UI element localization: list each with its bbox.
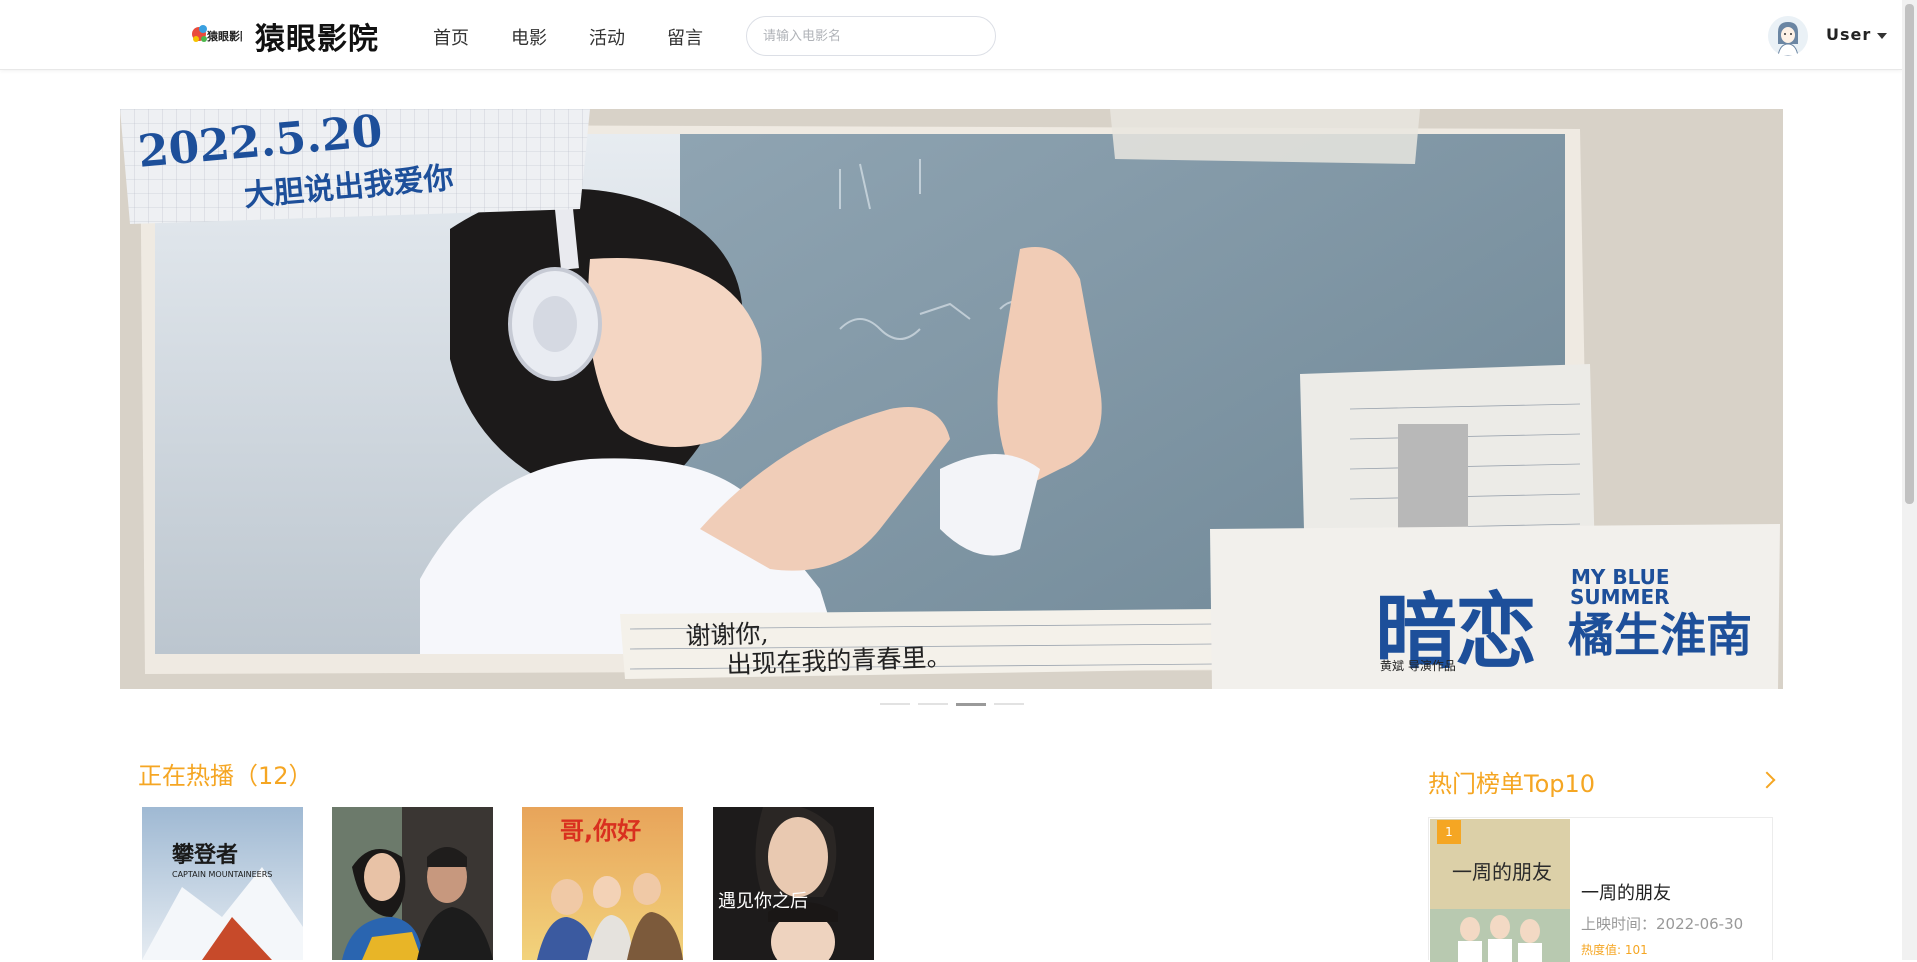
thumbnail-title: 一周的朋友 xyxy=(1452,860,1552,884)
chevron-right-icon[interactable] xyxy=(1758,771,1776,789)
poster-title: 攀登者 xyxy=(171,842,238,868)
user-avatar[interactable] xyxy=(1768,16,1808,56)
movie-poster[interactable]: 攀登者 CAPTAIN MOUNTAINEERS xyxy=(142,807,303,960)
banner-subtitle: 橘生淮南 xyxy=(1568,608,1752,662)
now-playing-title: 正在热播（12） xyxy=(138,762,313,790)
carousel-indicator[interactable] xyxy=(880,703,910,705)
rank-badge: 1 xyxy=(1437,820,1461,844)
banner-handwriting: 谢谢你, 出现在我的青春里。 xyxy=(685,612,952,681)
hero-carousel[interactable]: 2022.5.20 大胆说出我爱你 谢谢你, 出现在我的青春里。 暗恋 MY B… xyxy=(120,109,1783,689)
movie-poster[interactable] xyxy=(332,807,493,960)
carousel-indicator[interactable] xyxy=(994,703,1024,705)
top10-movie-name[interactable]: 一周的朋友 xyxy=(1581,879,1671,905)
logo-text: 猿眼影院 xyxy=(206,29,242,43)
nav-activities[interactable]: 活动 xyxy=(589,24,625,50)
top-navbar: 猿眼影院 猿眼影院 首页 电影 活动 留言 User xyxy=(0,0,1902,70)
banner-director: 黄斌 导演作品 xyxy=(1380,659,1456,673)
user-name[interactable]: User xyxy=(1826,25,1871,44)
carousel-indicator-active[interactable] xyxy=(956,703,986,706)
banner-english-title-line-1: MY BLUE xyxy=(1570,565,1670,589)
chevron-down-icon[interactable] xyxy=(1877,33,1887,39)
poster-english-title: CAPTAIN MOUNTAINEERS xyxy=(172,870,272,879)
top10-title: 热门榜单Top10 xyxy=(1428,770,1596,798)
site-logo-icon[interactable]: 猿眼影院 xyxy=(190,19,251,49)
page-scrollbar[interactable] xyxy=(1902,0,1917,960)
nav-messages[interactable]: 留言 xyxy=(667,24,703,50)
site-brand-name[interactable]: 猿眼影院 xyxy=(255,14,379,58)
poster-title: 遇见你之后 xyxy=(718,891,808,912)
scrollbar-thumb[interactable] xyxy=(1905,4,1914,504)
movie-poster[interactable]: 哥,你好 xyxy=(522,807,683,960)
top10-list-item[interactable]: 一周的朋友 1 一周的朋友 上映时间：2022-06-30 热度值: 101 xyxy=(1428,817,1773,962)
carousel-indicators xyxy=(880,703,1025,707)
movie-search-input[interactable] xyxy=(746,16,996,56)
top10-heat-value: 热度值: 101 xyxy=(1581,943,1648,957)
top10-release-date: 上映时间：2022-06-30 xyxy=(1581,915,1744,933)
nav-movies[interactable]: 电影 xyxy=(511,24,547,50)
movie-poster[interactable]: 遇见你之后 xyxy=(713,807,874,960)
poster-title: 哥,你好 xyxy=(560,817,641,845)
carousel-indicator[interactable] xyxy=(918,703,948,705)
nav-home[interactable]: 首页 xyxy=(433,24,469,50)
